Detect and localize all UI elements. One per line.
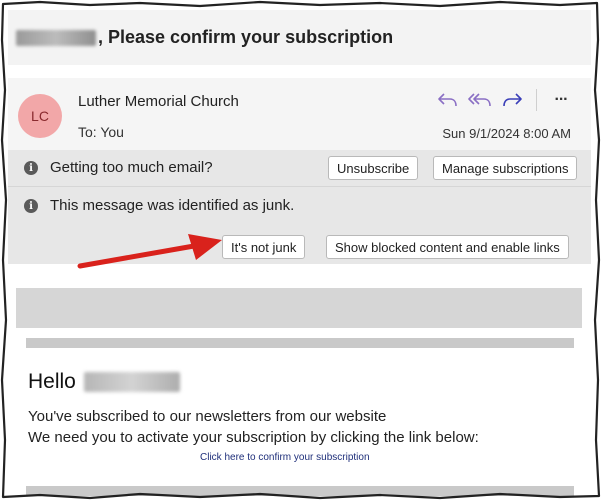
avatar[interactable]: LC <box>18 94 62 138</box>
more-actions-button[interactable]: ··· <box>547 88 575 112</box>
content-divider <box>26 486 574 496</box>
body-line: We need you to activate your subscriptio… <box>28 429 479 446</box>
sender-name[interactable]: Luther Memorial Church <box>78 93 239 110</box>
info-icon: i <box>24 161 38 175</box>
reply-icon <box>438 93 457 107</box>
message-actions: ··· <box>434 88 575 112</box>
junk-infobar: i This message was identified as junk. I… <box>8 186 591 264</box>
message-header: LC Luther Memorial Church To: You ··· Su… <box>8 78 591 150</box>
reply-all-button[interactable] <box>466 88 494 112</box>
redacted-name <box>83 372 180 392</box>
body-line: You've subscribed to our newsletters fro… <box>28 408 387 425</box>
reply-all-icon <box>468 93 491 107</box>
blocked-image-placeholder <box>16 288 582 328</box>
greeting-text: Hello <box>28 370 76 393</box>
message-panel: LC Luther Memorial Church To: You ··· Su… <box>8 78 591 496</box>
reply-button[interactable] <box>434 88 462 112</box>
redacted-name <box>16 29 96 46</box>
junk-notice-text: This message was identified as junk. <box>50 197 295 214</box>
confirm-subscription-link[interactable]: Click here to confirm your subscription <box>200 452 370 463</box>
not-junk-button[interactable]: It's not junk <box>222 235 306 259</box>
forward-button[interactable] <box>498 88 526 112</box>
unsubscribe-button[interactable]: Unsubscribe <box>328 156 419 180</box>
info-icon: i <box>24 199 38 213</box>
more-icon: ··· <box>554 91 569 108</box>
subscription-infobar: i Getting too much email? Unsubscribe Ma… <box>8 150 591 186</box>
infobar-text: Getting too much email? <box>50 159 213 176</box>
email-screenshot: , Please confirm your subscription LC Lu… <box>0 0 602 500</box>
toolbar-divider <box>536 89 537 111</box>
subject-title: , Please confirm your subscription <box>98 27 394 47</box>
greeting: Hello <box>28 370 180 394</box>
message-date: Sun 9/1/2024 8:00 AM <box>442 126 571 141</box>
show-blocked-content-button[interactable]: Show blocked content and enable links <box>326 235 569 259</box>
content-divider <box>26 338 574 348</box>
recipient-line: To: You <box>78 124 124 140</box>
forward-icon <box>503 93 522 107</box>
subject-bar: , Please confirm your subscription <box>8 10 591 65</box>
manage-subscriptions-button[interactable]: Manage subscriptions <box>433 156 578 180</box>
